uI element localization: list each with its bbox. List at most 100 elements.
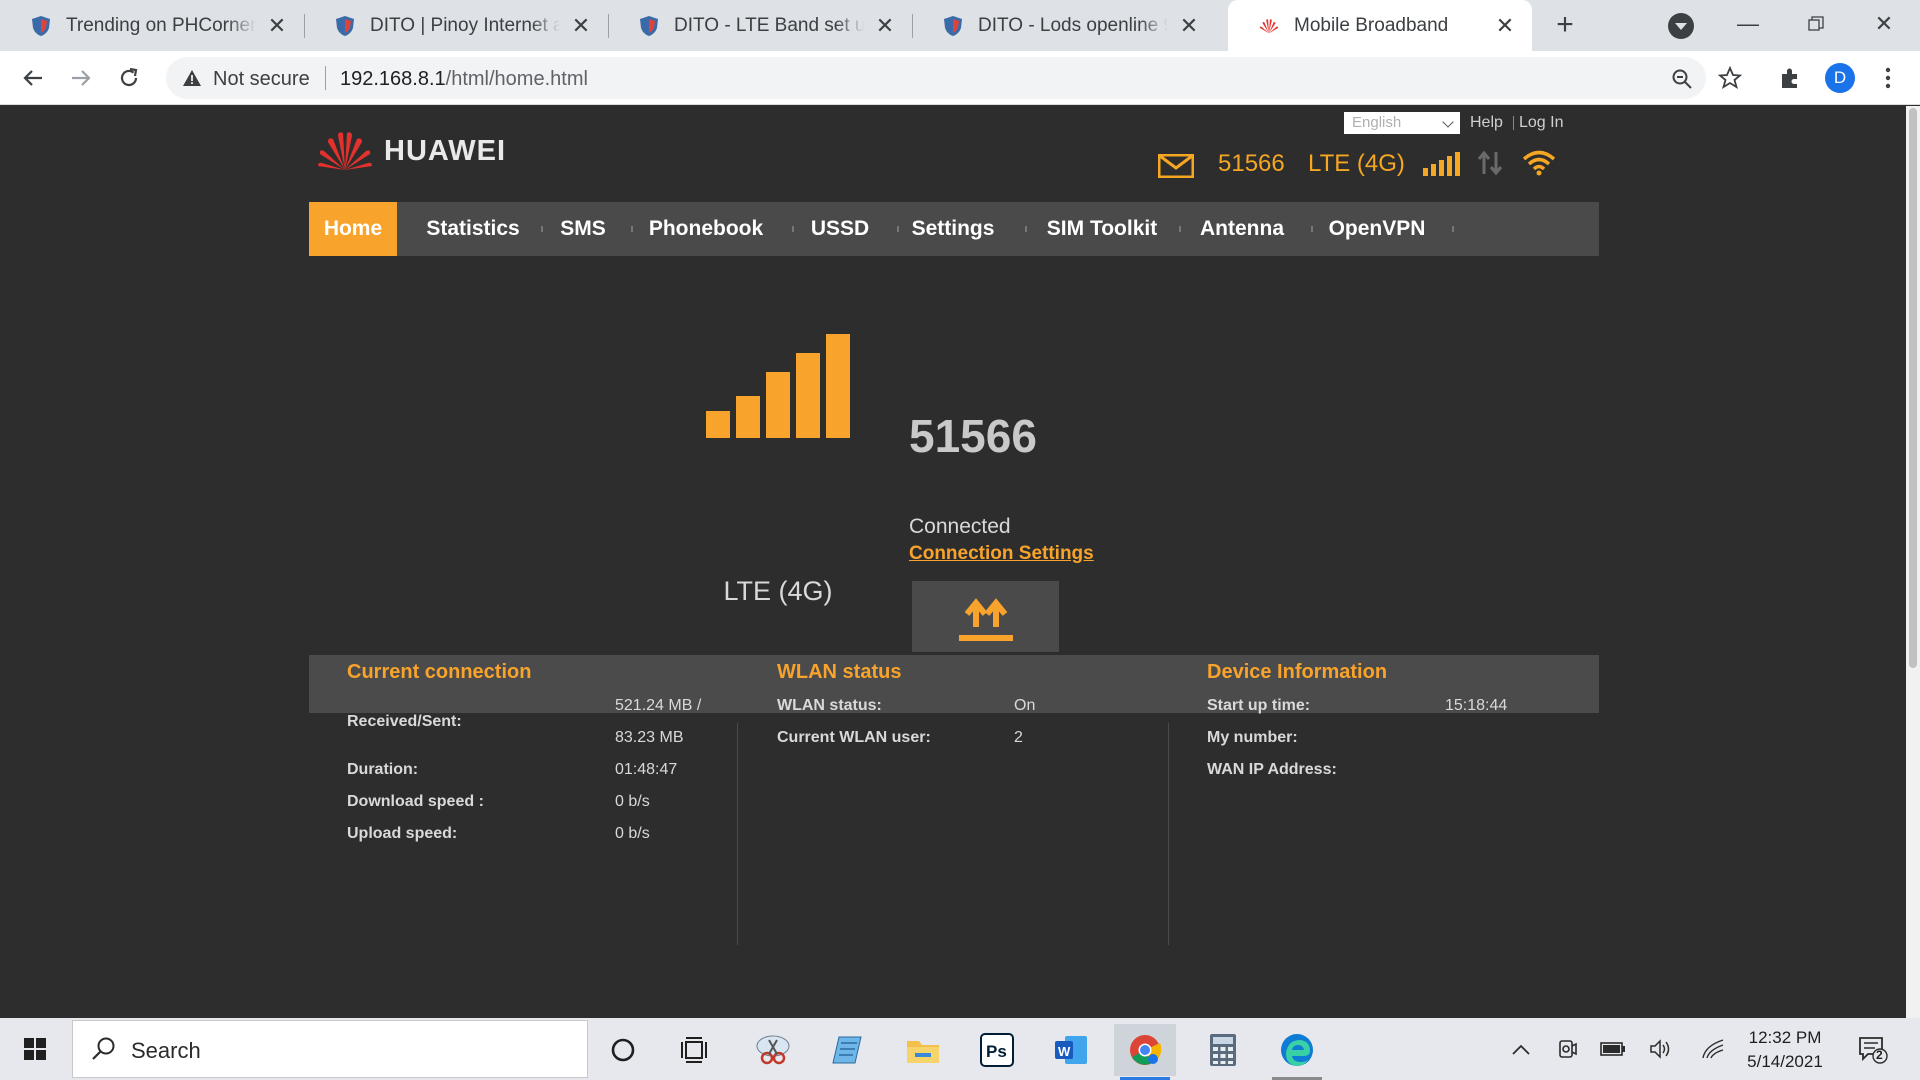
column-separator — [737, 723, 738, 945]
close-tab-icon[interactable]: ✕ — [1492, 13, 1518, 39]
connect-arrows-icon — [958, 597, 1013, 641]
huawei-flower-icon — [318, 132, 372, 170]
wlan-status-label: WLAN status: — [777, 697, 882, 714]
restore-icon[interactable] — [1796, 6, 1836, 42]
forward-arrow-icon[interactable] — [64, 61, 98, 95]
file-explorer-icon[interactable] — [892, 1024, 954, 1076]
close-tab-icon[interactable]: ✕ — [872, 13, 898, 39]
browser-toolbar: Not secure 192.168.8.1/html/home.html D — [0, 51, 1920, 105]
meet-now-icon[interactable] — [1554, 1036, 1580, 1062]
menu-sim-toolkit[interactable]: SIM Toolkit — [1037, 202, 1167, 256]
taskbar-search-box[interactable]: Search — [72, 1020, 588, 1078]
star-icon[interactable] — [1716, 64, 1744, 92]
connect-toggle-button[interactable] — [912, 581, 1059, 652]
notepad-icon[interactable] — [816, 1024, 878, 1076]
tab-dito-openline[interactable]: DITO - Lods openline 936 | PHCorner ✕ — [912, 0, 1216, 51]
task-view-icon[interactable] — [664, 1024, 726, 1076]
more-menu-icon[interactable] — [1874, 64, 1902, 92]
menu-separator — [1452, 226, 1454, 232]
language-select[interactable]: English — [1344, 112, 1460, 134]
clock-date: 5/14/2021 — [1747, 1052, 1823, 1071]
page-scrollbar[interactable] — [1906, 106, 1920, 1018]
volume-icon[interactable] — [1648, 1036, 1674, 1062]
startup-time-label: Start up time: — [1207, 697, 1311, 714]
menu-ussd[interactable]: USSD — [805, 202, 875, 256]
word-icon[interactable]: W — [1040, 1024, 1102, 1076]
login-link[interactable]: Log In — [1519, 114, 1563, 132]
tab-dito-pinoy[interactable]: DITO | Pinoy Internet and Technology ✕ — [304, 0, 608, 51]
signal-bar — [736, 396, 760, 438]
clock-time: 12:32 PM — [1748, 1028, 1822, 1047]
download-speed-value: 0 b/s — [615, 793, 650, 810]
duration-value: 01:48:47 — [615, 761, 678, 778]
help-link[interactable]: Help — [1470, 114, 1503, 132]
tab-mobile-broadband[interactable]: Mobile Broadband ✕ — [1228, 0, 1532, 51]
scrollbar-thumb[interactable] — [1909, 108, 1917, 668]
huawei-logo: HUAWEI — [316, 130, 506, 172]
tab-title: DITO - Lods openline 936 | PHCorner — [978, 14, 1168, 36]
show-hidden-icons-icon[interactable] — [1508, 1036, 1534, 1062]
status-operator: 51566 — [1218, 150, 1285, 177]
url-text[interactable]: 192.168.8.1/html/home.html — [340, 68, 588, 91]
signal-bar — [706, 411, 730, 438]
wifi-icon — [1522, 150, 1556, 176]
close-tab-icon[interactable]: ✕ — [1176, 13, 1202, 39]
menu-openvpn[interactable]: OpenVPN — [1323, 202, 1431, 256]
connection-status: Connected — [909, 515, 1011, 538]
snipping-tool-icon[interactable] — [742, 1024, 804, 1076]
menu-separator — [1179, 226, 1181, 232]
url-path: /html/home.html — [445, 68, 588, 90]
chrome-icon[interactable] — [1114, 1024, 1176, 1080]
zoom-icon[interactable] — [1668, 65, 1696, 93]
menu-sms[interactable]: SMS — [551, 202, 615, 256]
menu-antenna[interactable]: Antenna — [1193, 202, 1291, 256]
menu-settings[interactable]: Settings — [909, 202, 997, 256]
received-value: 521.24 MB / — [615, 697, 702, 714]
hero-operator: 51566 — [909, 410, 1037, 462]
calculator-icon[interactable] — [1192, 1024, 1254, 1076]
huawei-favicon-icon — [1259, 18, 1279, 33]
edge-icon[interactable] — [1266, 1024, 1328, 1080]
wlan-status-value: On — [1014, 697, 1036, 714]
svg-text:Ps: Ps — [986, 1042, 1007, 1061]
security-label[interactable]: Not secure — [213, 68, 310, 91]
envelope-icon[interactable] — [1158, 154, 1194, 178]
close-window-icon[interactable]: ✕ — [1864, 6, 1904, 42]
tab-dito-lte-band[interactable]: DITO - LTE Band set up. | PHCorner ✕ — [608, 0, 912, 51]
shield-favicon-icon — [336, 15, 354, 36]
taskbar-search-label: Search — [131, 1038, 201, 1063]
cortana-icon[interactable] — [592, 1024, 654, 1076]
close-tab-icon[interactable]: ✕ — [568, 13, 594, 39]
startup-time-value: 15:18:44 — [1445, 697, 1508, 714]
action-center-icon[interactable]: 2 — [1858, 1036, 1888, 1064]
menu-statistics[interactable]: Statistics — [413, 202, 533, 256]
network-wifi-icon[interactable] — [1700, 1036, 1726, 1062]
tab-search-icon[interactable] — [1668, 13, 1694, 39]
column-separator — [1168, 723, 1169, 945]
battery-icon[interactable] — [1600, 1036, 1626, 1062]
signal-bar — [766, 372, 790, 438]
tab-title: DITO - LTE Band set up. | PHCorner — [674, 14, 864, 36]
shield-favicon-icon — [640, 15, 658, 36]
menu-phonebook[interactable]: Phonebook — [643, 202, 769, 256]
close-tab-icon[interactable]: ✕ — [264, 13, 290, 39]
address-bar[interactable]: Not secure 192.168.8.1/html/home.html — [166, 57, 1706, 99]
notification-count: 2 — [1876, 1048, 1883, 1062]
windows-start-icon[interactable] — [14, 1032, 58, 1066]
tab-phcorner-trending[interactable]: Trending on PHCorner | PHCorner ✕ — [0, 0, 304, 51]
extensions-icon[interactable] — [1776, 64, 1804, 92]
header-link-separator — [1513, 116, 1514, 130]
my-number-label: My number: — [1207, 729, 1298, 746]
profile-avatar[interactable]: D — [1825, 63, 1855, 93]
minimize-icon[interactable]: — — [1728, 6, 1768, 42]
new-tab-button[interactable]: + — [1548, 8, 1582, 42]
photoshop-icon[interactable]: Ps — [966, 1024, 1028, 1076]
warning-icon[interactable] — [182, 68, 202, 88]
menu-separator — [541, 226, 543, 232]
reload-icon[interactable] — [112, 61, 146, 95]
back-arrow-icon[interactable] — [16, 61, 50, 95]
system-clock[interactable]: 12:32 PM 5/14/2021 — [1735, 1026, 1835, 1074]
connection-settings-link[interactable]: Connection Settings — [909, 543, 1094, 565]
menu-home[interactable]: Home — [309, 202, 397, 256]
address-divider — [325, 66, 326, 90]
